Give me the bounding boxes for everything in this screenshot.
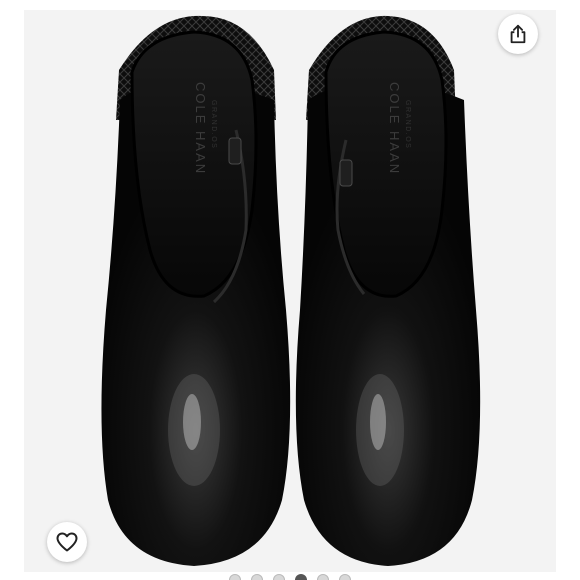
carousel-dot[interactable] — [339, 574, 351, 580]
left-insole-brand: COLE HAAN — [193, 82, 208, 175]
carousel-dot[interactable] — [317, 574, 329, 580]
carousel-dot[interactable] — [295, 574, 307, 580]
boots-illustration: COLE HAAN GRAND.OS COLE HAAN GRAND.OS — [101, 15, 481, 567]
left-boot: COLE HAAN GRAND.OS — [101, 15, 291, 567]
share-button[interactable] — [498, 14, 538, 54]
carousel-dot[interactable] — [229, 574, 241, 580]
heart-outline-icon — [56, 532, 78, 552]
carousel-dot[interactable] — [273, 574, 285, 580]
right-insole-subbrand: GRAND.OS — [404, 100, 411, 149]
carousel-dot[interactable] — [251, 574, 263, 580]
right-boot: COLE HAAN GRAND.OS — [295, 15, 481, 567]
share-icon — [510, 24, 526, 44]
listing-image-viewer: COLE HAAN GRAND.OS COLE HAAN GRAND.OS — [0, 0, 580, 580]
right-insole-brand: COLE HAAN — [387, 82, 402, 175]
like-button[interactable] — [47, 522, 87, 562]
product-photo[interactable]: COLE HAAN GRAND.OS COLE HAAN GRAND.OS — [24, 10, 556, 572]
left-insole-subbrand: GRAND.OS — [210, 100, 217, 149]
carousel-indicator — [0, 574, 580, 580]
